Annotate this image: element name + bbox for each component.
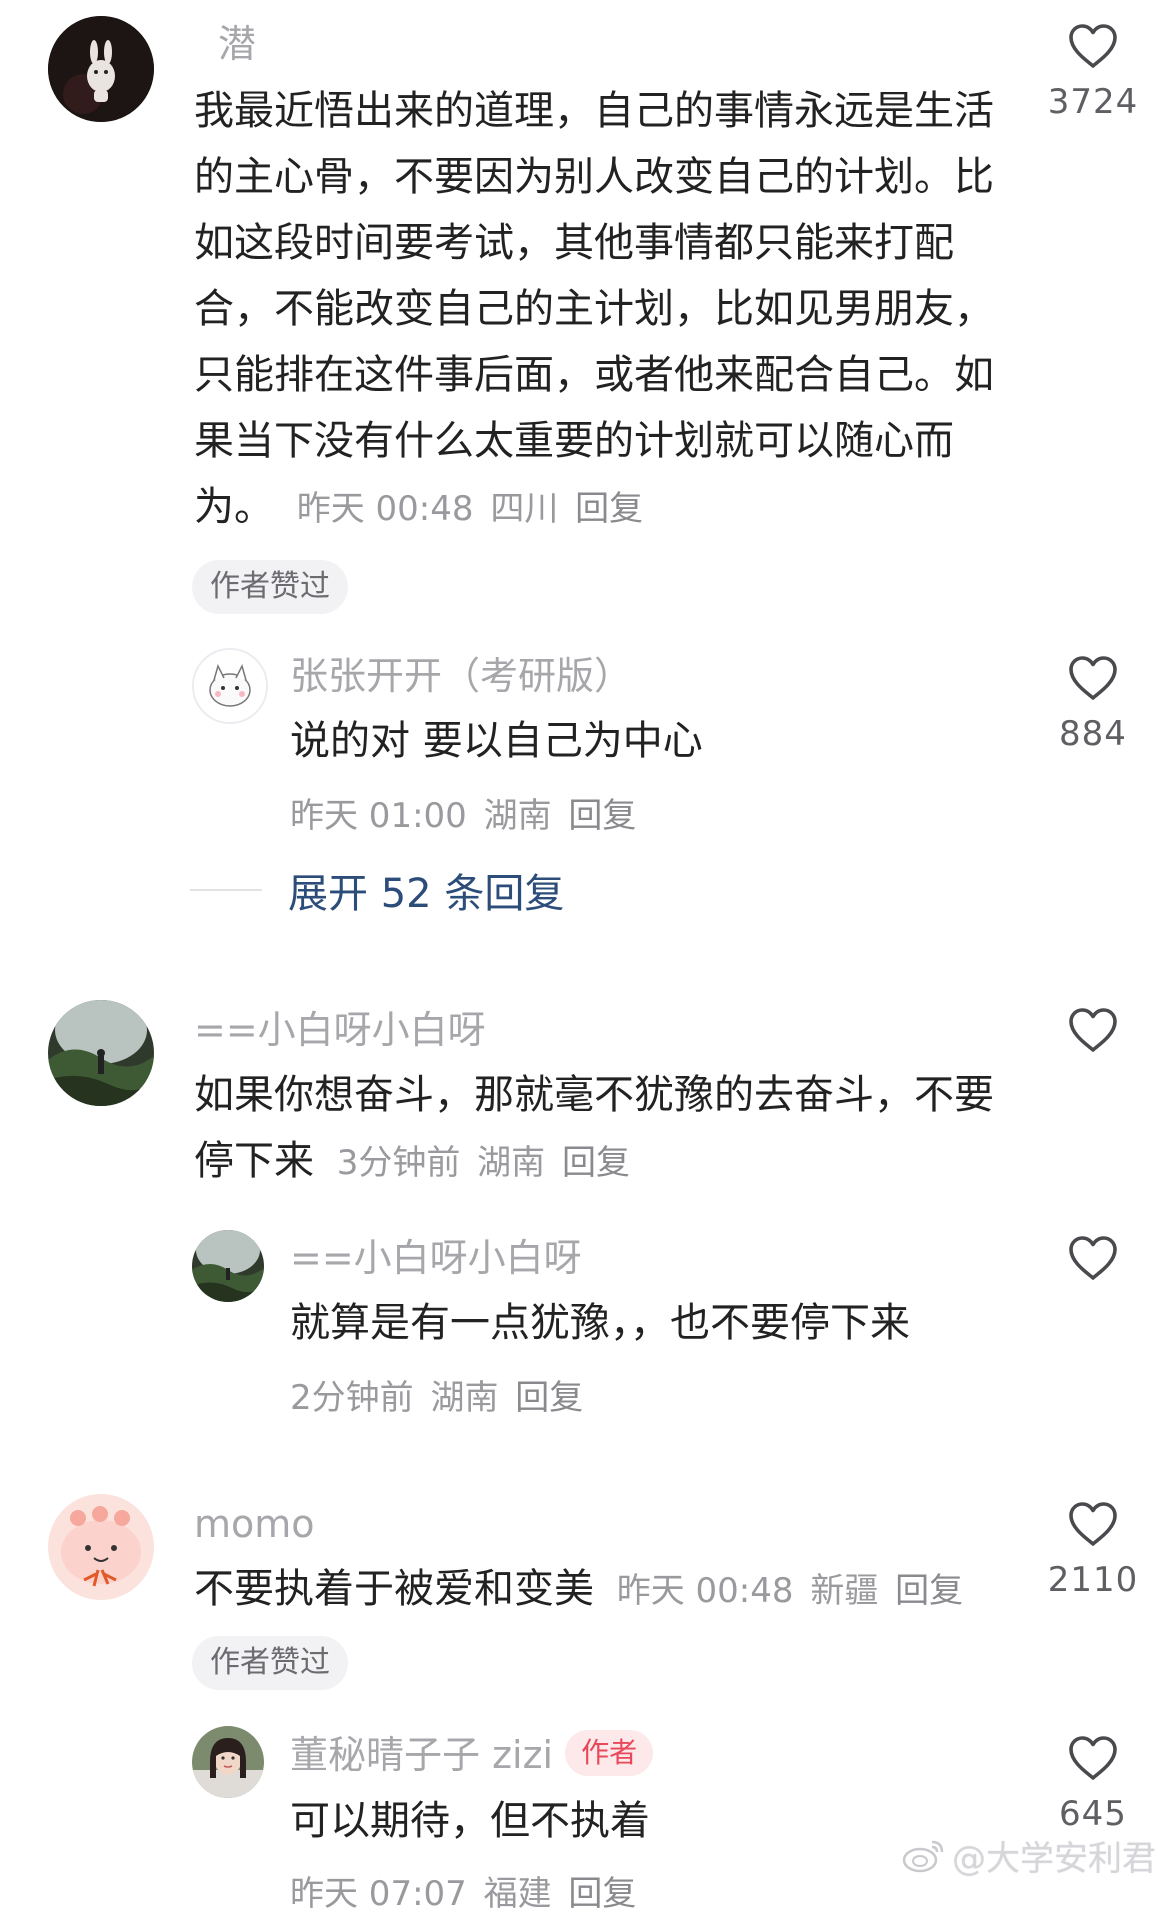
comment-username[interactable]: ==小白呀小白呀	[194, 1006, 486, 1054]
heart-outline-icon	[1067, 654, 1119, 702]
watermark: @大学安利君	[902, 1831, 1156, 1880]
heart-outline-icon	[1067, 1234, 1119, 1282]
comment-location: 新疆	[810, 1571, 879, 1611]
like-button[interactable]	[1028, 1234, 1158, 1282]
avatar[interactable]	[192, 1230, 264, 1302]
comment-username[interactable]: 潜	[218, 20, 256, 68]
reply-button[interactable]: 回复	[562, 1143, 630, 1183]
weibo-logo-icon	[902, 1840, 944, 1872]
comment-text: 如果你想奋斗，那就毫不犹豫的去奋斗，不要停下来 3分钟前 湖南 回复	[194, 1062, 1014, 1196]
author-liked-badge: 作者赞过	[192, 1636, 348, 1690]
reply-location: 湖南	[483, 796, 552, 836]
comment-location: 四川	[490, 489, 559, 529]
reply-username[interactable]: 张张开开（考研版）	[290, 652, 632, 700]
reply-meta: 2分钟前 湖南 回复	[290, 1370, 589, 1419]
heart-outline-icon	[1067, 1500, 1119, 1548]
reply-body: 说的对 要以自己为中心	[290, 718, 703, 764]
heart-outline-icon	[1067, 22, 1119, 70]
reply-button[interactable]: 回复	[568, 1874, 636, 1914]
reply-username[interactable]: ==小白呀小白呀	[290, 1234, 582, 1282]
avatar[interactable]	[192, 1726, 264, 1798]
reply-username-text[interactable]: 董秘晴子子 zizi	[290, 1733, 553, 1777]
reply-button[interactable]: 回复	[895, 1571, 963, 1611]
reply-location: 湖南	[430, 1378, 499, 1418]
reply-time: 昨天 07:07	[290, 1874, 467, 1914]
comment-username[interactable]: momo	[194, 1500, 315, 1548]
comment-body: 我最近悟出来的道理，自己的事情永远是生活的主心骨，不要因为别人改变自己的计划。比…	[194, 88, 994, 530]
comment-time: 3分钟前	[336, 1143, 461, 1183]
expand-replies[interactable]: 展开 52 条回复	[190, 860, 564, 920]
author-tag: 作者	[565, 1730, 654, 1776]
reply-meta: 昨天 01:00 湖南 回复	[290, 788, 642, 837]
reply-time: 2分钟前	[290, 1378, 414, 1418]
expand-replies-label[interactable]: 展开 52 条回复	[288, 861, 564, 919]
comment-time: 昨天 00:48	[616, 1571, 794, 1611]
avatar[interactable]	[48, 1494, 154, 1600]
like-button[interactable]: 2110	[1028, 1500, 1158, 1600]
avatar[interactable]	[48, 1000, 154, 1106]
comment-text: 不要执着于被爱和变美 昨天 00:48 新疆 回复	[194, 1556, 1014, 1624]
like-count: 884	[1059, 714, 1127, 754]
reply-time: 昨天 01:00	[290, 796, 467, 836]
watermark-text: @大学安利君	[952, 1839, 1156, 1879]
like-count: 3724	[1047, 82, 1139, 122]
like-button[interactable]: 3724	[1028, 22, 1158, 122]
like-count: 2110	[1047, 1560, 1139, 1600]
avatar[interactable]	[48, 16, 154, 122]
avatar[interactable]	[192, 648, 268, 724]
like-button[interactable]: 645	[1028, 1734, 1158, 1834]
comment-meta: 3分钟前 湖南 回复	[337, 1143, 636, 1183]
reply-location: 福建	[483, 1874, 552, 1914]
comment-location: 湖南	[477, 1143, 546, 1183]
divider	[190, 889, 262, 891]
comment-body: 不要执着于被爱和变美	[194, 1566, 594, 1612]
reply-button[interactable]: 回复	[575, 489, 643, 529]
heart-outline-icon	[1067, 1734, 1119, 1782]
author-liked-badge: 作者赞过	[192, 560, 348, 614]
reply-meta: 昨天 07:07 福建 回复	[290, 1866, 642, 1915]
reply-username[interactable]: 董秘晴子子 zizi 作者	[290, 1730, 654, 1779]
like-button[interactable]: 884	[1028, 654, 1158, 754]
reply-button[interactable]: 回复	[515, 1378, 583, 1418]
comment-meta: 昨天 00:48 新疆 回复	[617, 1571, 969, 1611]
like-button[interactable]	[1028, 1006, 1158, 1054]
like-count: 645	[1059, 1794, 1127, 1834]
comment-text: 我最近悟出来的道理，自己的事情永远是生活的主心骨，不要因为别人改变自己的计划。比…	[194, 78, 1014, 542]
reply-button[interactable]: 回复	[568, 796, 636, 836]
comment-meta: 昨天 00:48 四川 回复	[297, 489, 649, 529]
comment-time: 昨天 00:48	[296, 489, 474, 529]
heart-outline-icon	[1067, 1006, 1119, 1054]
reply-body: 就算是有一点犹豫，，也不要停下来	[290, 1300, 910, 1346]
